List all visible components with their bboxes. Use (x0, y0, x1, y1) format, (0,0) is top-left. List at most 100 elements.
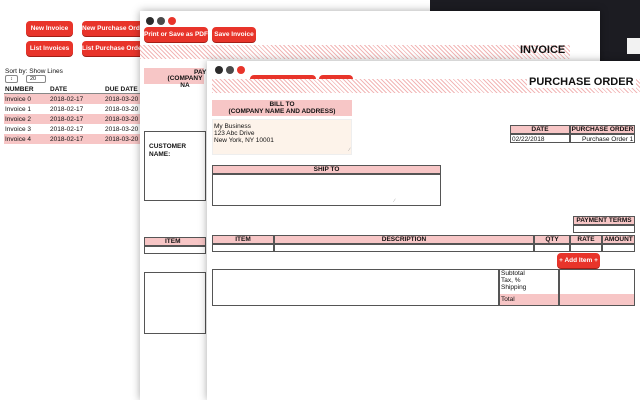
close-icon[interactable] (146, 17, 154, 25)
purchase-order-window: Print or Save as PDF Save PO PURCHASE OR… (207, 61, 640, 400)
col-qty-header: QTY (534, 235, 570, 244)
invoice-notes-box[interactable] (144, 272, 206, 334)
show-lines-text: Show Lines (29, 68, 63, 75)
list-purchase-orders-button[interactable]: List Purchase Orders (82, 41, 144, 56)
qty-field[interactable] (534, 244, 570, 252)
invoice-title-bar (140, 45, 570, 59)
new-purchase-order-button[interactable]: New Purchase Order (82, 21, 144, 36)
invoice-item-row[interactable] (144, 246, 206, 254)
amount-field[interactable] (602, 244, 635, 252)
total-label: Total (501, 296, 515, 303)
date-label: DATE (531, 126, 549, 133)
cell-number: Invoice 1 (5, 106, 32, 113)
new-invoice-button[interactable]: New Invoice (26, 21, 73, 36)
col-number: NUMBER (5, 86, 34, 93)
payment-terms-label: PAYMENT TERMS (576, 217, 632, 224)
address-line-2: 123 Abc Drive (214, 130, 255, 137)
add-item-button[interactable]: + Add Item + (557, 253, 600, 268)
col-qty-label: QTY (545, 236, 559, 243)
cell-number: Invoice 2 (5, 116, 32, 123)
lines-select[interactable]: 20 (26, 75, 46, 83)
resize-handle-icon[interactable]: ∕ (394, 198, 395, 204)
cell-due-date: 2018-03-20 (105, 136, 139, 143)
cell-date: 2018-02-17 (50, 96, 84, 103)
list-invoices-button[interactable]: List Invoices (26, 41, 73, 56)
date-header: DATE (510, 125, 570, 134)
item-col-label: ITEM (165, 238, 181, 245)
maximize-icon[interactable] (237, 66, 245, 74)
ship-to-header: SHIP TO (212, 165, 441, 174)
ship-to-field[interactable]: ∕ (212, 174, 441, 206)
pay-to-header: PAY (COMPANY NA (144, 68, 206, 89)
col-item-header: ITEM (212, 235, 274, 244)
cell-due-date: 2018-03-20 (105, 116, 139, 123)
sort-by-text: Sort by: (5, 68, 28, 75)
po-number-field[interactable]: Purchase Order 1 (570, 134, 635, 143)
close-icon[interactable] (215, 66, 223, 74)
save-invoice-button[interactable]: Save Invoice (212, 27, 256, 42)
cell-number: Invoice 3 (5, 126, 32, 133)
table-row[interactable]: Invoice 2 2018-02-17 2018-03-20 (4, 114, 140, 124)
background-window-edge-tab (627, 38, 640, 54)
table-row[interactable]: Invoice 1 2018-02-17 2018-03-20 (4, 104, 140, 114)
sort-by-label: Sort by: Show Lines (5, 68, 63, 75)
subtotal-label: Subtotal (501, 270, 525, 277)
address-line-1: My Business (214, 123, 251, 130)
cell-date: 2018-02-17 (50, 136, 84, 143)
address-line-3: New York, NY 10001 (214, 137, 274, 144)
table-row[interactable]: Invoice 0 2018-02-17 2018-03-20 (4, 94, 140, 104)
invoice-title: INVOICE (520, 44, 566, 56)
description-field[interactable] (274, 244, 534, 252)
bill-to-address-field[interactable]: My Business 123 Abc Drive New York, NY 1… (212, 119, 352, 155)
invoice-item-header: ITEM (144, 237, 206, 246)
table-row[interactable]: Invoice 3 2018-02-17 2018-03-20 (4, 124, 140, 134)
col-rate-label: RATE (577, 236, 595, 243)
pay-to-sublabel: (COMPANY NA (167, 75, 203, 89)
col-description-label: DESCRIPTION (381, 236, 427, 243)
col-due-date: DUE DATE (105, 86, 138, 93)
total-row: Total (500, 294, 558, 305)
notes-field[interactable] (212, 269, 499, 306)
col-amount-label: AMOUNT (604, 236, 633, 243)
col-rate-header: RATE (570, 235, 602, 244)
total-value (560, 294, 634, 305)
lines-value: 20 (30, 76, 37, 82)
table-row[interactable]: Invoice 4 2018-02-17 2018-03-20 (4, 134, 140, 144)
cell-number: Invoice 4 (5, 136, 32, 143)
maximize-icon[interactable] (168, 17, 176, 25)
col-description-header: DESCRIPTION (274, 235, 534, 244)
background-window-edge (430, 0, 640, 11)
sort-select[interactable]: ↕ (5, 75, 18, 83)
date-value: 02/22/2018 (512, 136, 545, 143)
col-date: DATE (50, 86, 68, 93)
minimize-icon[interactable] (157, 17, 165, 25)
payment-terms-field[interactable] (573, 225, 635, 233)
cell-number: Invoice 0 (5, 96, 32, 103)
bill-to-label: BILL TO (269, 101, 295, 108)
payment-terms-header: PAYMENT TERMS (573, 216, 635, 225)
invoice-print-button[interactable]: Print or Save as PDF (144, 27, 208, 42)
rate-field[interactable] (570, 244, 602, 252)
cell-due-date: 2018-03-20 (105, 126, 139, 133)
po-title: PURCHASE ORDER (527, 76, 636, 88)
tax-label: Tax, % (501, 277, 521, 284)
cell-due-date: 2018-03-20 (105, 96, 139, 103)
ship-to-label: SHIP TO (313, 166, 340, 173)
bill-to-sublabel: (COMPANY NAME AND ADDRESS) (228, 108, 336, 115)
date-field[interactable]: 02/22/2018 (510, 134, 570, 143)
shipping-label: Shipping (501, 284, 527, 291)
cell-date: 2018-02-17 (50, 106, 84, 113)
po-number-value: Purchase Order 1 (582, 136, 634, 143)
bill-to-header: BILL TO (COMPANY NAME AND ADDRESS) (212, 100, 352, 116)
col-item-label: ITEM (235, 236, 251, 243)
col-amount-header: AMOUNT (602, 235, 635, 244)
customer-box[interactable] (144, 131, 206, 201)
customer-name-label: CUSTOMER NAME: (149, 143, 187, 158)
po-number-header: PURCHASE ORDER # (570, 125, 635, 140)
cell-due-date: 2018-03-20 (105, 106, 139, 113)
resize-handle-icon[interactable]: ∕ (349, 147, 350, 153)
item-field[interactable] (212, 244, 274, 252)
cell-date: 2018-02-17 (50, 126, 84, 133)
cell-date: 2018-02-17 (50, 116, 84, 123)
minimize-icon[interactable] (226, 66, 234, 74)
